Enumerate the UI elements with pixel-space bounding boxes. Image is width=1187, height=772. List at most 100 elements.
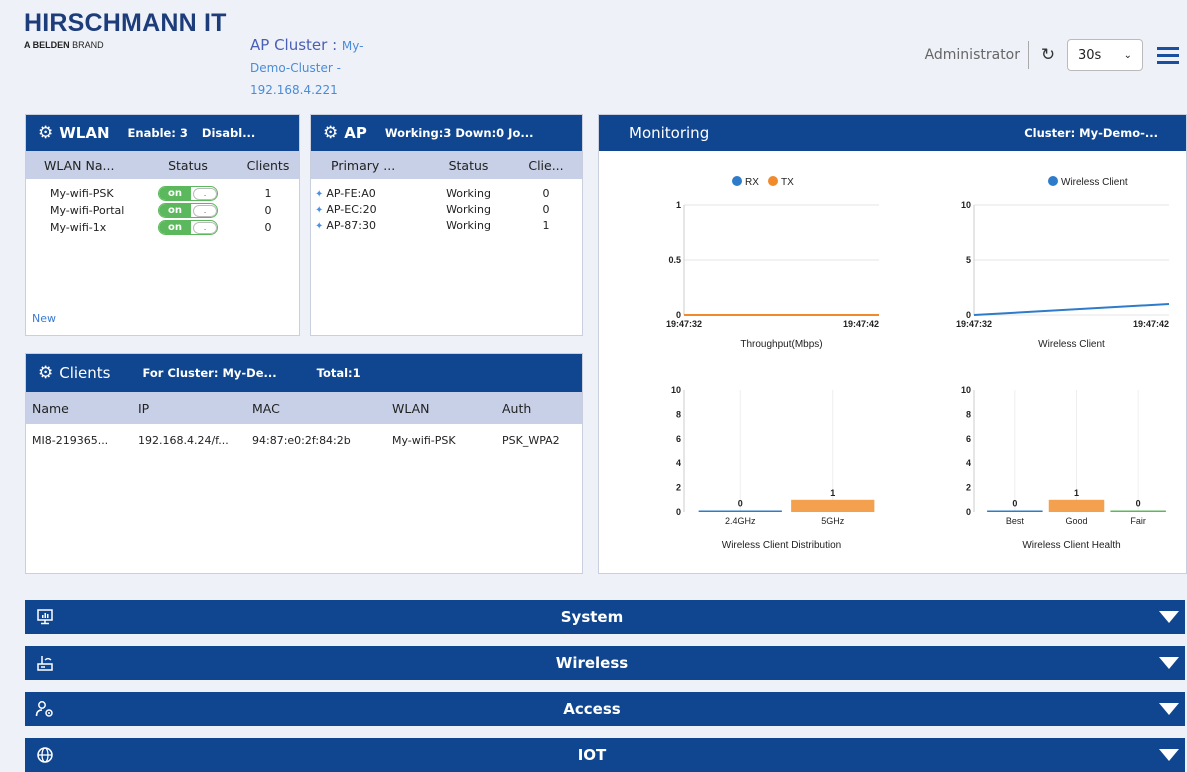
ap-clients: 0	[542, 202, 550, 216]
ap-rows: ✦ AP-FE:A0 Working 0 ✦ AP-EC:20 Working 0 …	[311, 179, 582, 233]
cluster-title: AP Cluster : My- Demo-Cluster - 192.168.…	[250, 34, 364, 101]
data-label: 0	[1012, 499, 1017, 509]
hamburger-menu-icon[interactable]	[1157, 43, 1179, 68]
section-label: Wireless	[555, 654, 629, 672]
monitoring-panel: Monitoring Cluster: My-Demo-... RX TX 0 0.5…	[598, 114, 1187, 574]
client-auth: PSK_WPA2	[502, 433, 560, 447]
legend-label: Wireless Client	[1061, 177, 1128, 188]
brand-name: HIRSCHMANN IT	[24, 9, 227, 37]
refresh-icon[interactable]: ↻	[1035, 45, 1061, 65]
table-row[interactable]: My-wifi-PSK on. 1	[26, 185, 299, 202]
status-toggle[interactable]: on.	[138, 220, 238, 235]
ap-panel-header: ⚙ AP Working:3 Down:0 Jo...	[311, 115, 582, 151]
y-tick-label: 8	[966, 409, 971, 419]
table-row[interactable]: ✦ AP-EC:20 Working 0	[311, 201, 582, 217]
col-clients[interactable]: Clients	[238, 158, 298, 173]
client-mac: 94:87:e0:2f:84:2b	[252, 433, 351, 447]
section-label: IOT	[577, 746, 607, 764]
data-label: 0	[1136, 499, 1141, 509]
data-label: 1	[1074, 488, 1079, 498]
table-row[interactable]: ✦ AP-FE:A0 Working 0	[311, 185, 582, 201]
refresh-interval-select[interactable]: 30s ⌄	[1067, 39, 1143, 71]
x-tick-label: Good	[1065, 516, 1087, 526]
x-tick-label: Fair	[1130, 516, 1146, 526]
x-tick-label: 2.4GHz	[725, 516, 756, 526]
y-tick-label: 5	[966, 255, 971, 265]
y-tick-label: 10	[671, 385, 681, 395]
section-access[interactable]: Access	[25, 692, 1185, 726]
gear-icon[interactable]: ⚙	[38, 123, 53, 143]
new-wlan-link[interactable]: New	[32, 312, 56, 325]
status-toggle[interactable]: on.	[138, 186, 238, 201]
client-distribution-chart: 0 2 4 6 8 10 0 2.4GHz 1 5GHz Wireless Client Distr…	[671, 385, 875, 551]
y-tick-label: 2	[966, 483, 971, 493]
client-health-chart: 0 2 4 6 8 10 0 Best 1 Good 0 Fair Wireless Client He…	[961, 385, 1166, 551]
x-tick-label: 19:47:42	[1133, 319, 1169, 329]
monitoring-title: Monitoring	[629, 124, 710, 142]
data-label: 0	[738, 499, 743, 509]
monitor-chart-icon	[31, 608, 59, 626]
legend-label: RX	[745, 177, 759, 188]
legend-label: TX	[781, 177, 794, 188]
gear-icon[interactable]: ⚙	[323, 123, 338, 143]
data-label: 1	[830, 488, 835, 498]
clients-total: Total:1	[316, 366, 361, 380]
y-tick-label: 0.5	[668, 255, 681, 265]
chevron-down-icon[interactable]	[1159, 657, 1179, 669]
col-status[interactable]: Status	[138, 158, 238, 173]
chevron-down-icon[interactable]	[1159, 703, 1179, 715]
x-tick-label: 19:47:32	[666, 319, 702, 329]
wlan-name: My-wifi-Portal	[50, 204, 125, 217]
access-point-icon: ✦	[315, 204, 324, 216]
table-row[interactable]: My-wifi-Portal on. 0	[26, 202, 299, 219]
cluster-name-cont: Demo-Cluster -	[250, 61, 341, 75]
col-name[interactable]: Name	[26, 401, 138, 416]
brand-logo: HIRSCHMANN IT A BELDEN BRAND	[24, 10, 227, 50]
y-tick-label: 2	[676, 483, 681, 493]
section-wireless[interactable]: Wireless	[25, 646, 1185, 680]
ap-clients: 0	[542, 186, 550, 200]
col-primary[interactable]: Primary ...	[311, 158, 421, 173]
table-row[interactable]: MI8-219365... 192.168.4.24/f... 94:87:e0…	[26, 428, 582, 452]
col-wlan-name[interactable]: WLAN Na...	[26, 158, 138, 173]
chevron-down-icon[interactable]	[1159, 611, 1179, 623]
client-wlan: My-wifi-PSK	[392, 433, 456, 447]
bar	[987, 510, 1043, 512]
wlan-enable-count: Enable: 3	[127, 126, 188, 140]
col-auth[interactable]: Auth	[502, 401, 572, 416]
wlan-clients: 0	[264, 221, 272, 234]
gear-icon[interactable]: ⚙	[38, 363, 53, 383]
col-wlan[interactable]: WLAN	[392, 401, 502, 416]
section-system[interactable]: System	[25, 600, 1185, 634]
x-tick-label: 5GHz	[821, 516, 845, 526]
chevron-down-icon[interactable]	[1159, 749, 1179, 761]
col-clients[interactable]: Clie...	[516, 158, 576, 173]
globe-icon	[31, 746, 59, 764]
section-iot[interactable]: IOT	[25, 738, 1185, 772]
series-line	[973, 303, 1170, 316]
user-name[interactable]: Administrator	[925, 41, 1029, 69]
ap-summary: Working:3 Down:0 Jo...	[384, 126, 534, 140]
y-tick-label: 10	[961, 385, 971, 395]
legend-marker	[768, 176, 778, 186]
status-toggle[interactable]: on.	[138, 203, 238, 218]
bar	[1048, 499, 1105, 512]
col-ip[interactable]: IP	[138, 401, 252, 416]
x-tick-label: Best	[1006, 516, 1025, 526]
cluster-ip: 192.168.4.221	[250, 83, 338, 97]
access-point-icon: ✦	[315, 220, 324, 232]
col-status[interactable]: Status	[421, 158, 516, 173]
table-row[interactable]: My-wifi-1x on. 0	[26, 219, 299, 236]
ap-status: Working	[446, 202, 491, 216]
wlan-name: My-wifi-1x	[50, 221, 107, 234]
users-settings-icon	[31, 700, 59, 718]
wlan-panel: ⚙ WLAN Enable: 3 Disabl... WLAN Na... Sta…	[25, 114, 300, 336]
table-row[interactable]: ✦ AP-87:30 Working 1	[311, 217, 582, 233]
access-point-icon: ✦	[315, 188, 324, 200]
col-mac[interactable]: MAC	[252, 401, 392, 416]
bar	[1110, 510, 1166, 512]
ap-clients: 1	[542, 218, 550, 232]
client-name: MI8-219365...	[32, 433, 109, 447]
cluster-name: My-	[341, 39, 364, 53]
clients-title: Clients	[59, 364, 111, 382]
